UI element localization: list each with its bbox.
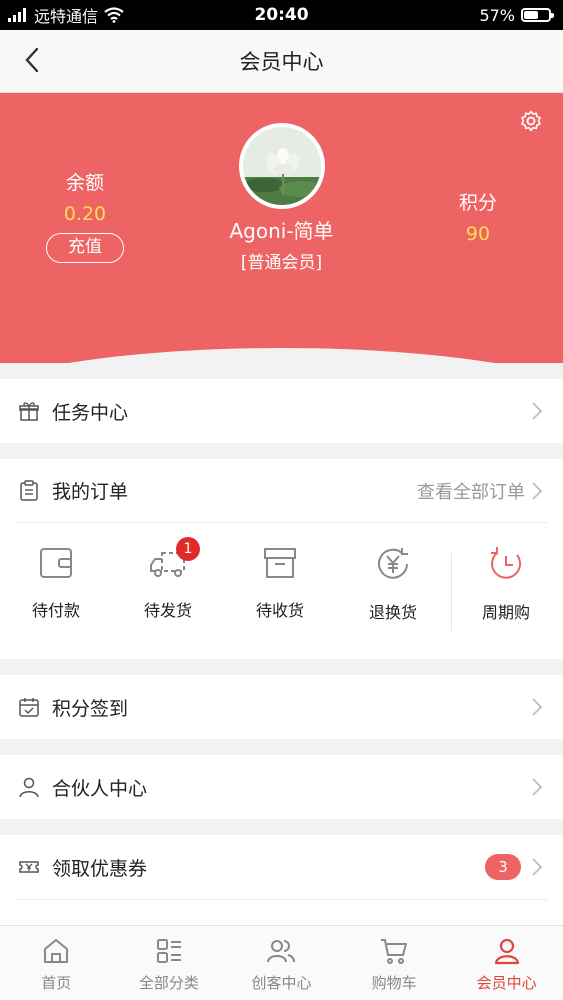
tab-label: 全部分类 [138, 974, 199, 992]
points-block[interactable]: 积分 90 [438, 188, 518, 245]
wallet-icon [40, 548, 72, 578]
task-center-label: 任务中心 [52, 401, 129, 424]
order-returns[interactable]: 退换货 [343, 545, 443, 623]
chevron-right-icon [532, 481, 543, 500]
order-pending-payment[interactable]: 待付款 [6, 545, 106, 621]
settings-gear-icon[interactable] [519, 109, 543, 133]
gift-icon [19, 402, 39, 421]
coupons-count-badge: 3 [485, 854, 521, 880]
category-icon [156, 939, 181, 963]
my-orders-row[interactable]: 我的订单 查看全部订单 [0, 459, 563, 522]
order-label: 待发货 [143, 601, 192, 620]
cart-icon [381, 939, 408, 964]
checkin-row[interactable]: 积分签到 [0, 675, 563, 739]
users-icon [267, 940, 296, 963]
tab-label: 首页 [41, 974, 72, 992]
points-value: 90 [465, 223, 491, 245]
profile-header: 余额 0.20 充值 Agoni-简单 [普通会员] 积分 90 [0, 93, 563, 363]
status-right: 57% [479, 5, 554, 25]
order-label: 待付款 [31, 601, 80, 620]
order-label: 周期购 [481, 603, 530, 622]
nav-bar: 会员中心 [0, 30, 563, 93]
order-label: 退换货 [368, 603, 417, 622]
status-bar: 远特通信 20:40 57% [0, 0, 563, 30]
tab-member-center[interactable]: 会员中心 [450, 926, 563, 1000]
chevron-right-icon [532, 402, 543, 420]
chevron-left-icon [25, 47, 39, 73]
battery-percent: 57% [479, 5, 515, 25]
tab-categories[interactable]: 全部分类 [113, 926, 226, 1000]
points-label: 积分 [458, 192, 497, 214]
task-center-row[interactable]: 任务中心 [0, 379, 563, 443]
coupons-row[interactable]: 领取优惠券 3 [0, 835, 563, 899]
coupons-label: 领取优惠券 [52, 857, 148, 880]
box-icon [264, 548, 296, 578]
orders-card: 我的订单 查看全部订单 待付款 1 待发货 待收货 退换货 周期购 [0, 459, 563, 659]
order-label: 待收货 [255, 601, 304, 620]
row-divider [16, 899, 547, 900]
header-curve [0, 348, 563, 363]
member-level: [普通会员] [240, 253, 323, 273]
page-title: 会员中心 [239, 50, 324, 74]
tab-cart[interactable]: 购物车 [338, 926, 451, 1000]
battery-fill [524, 11, 538, 19]
checkin-label: 积分签到 [52, 697, 129, 720]
tab-maker-center[interactable]: 创客中心 [225, 926, 338, 1000]
view-all-orders-link[interactable]: 查看全部订单 [417, 478, 525, 504]
tab-label: 创客中心 [251, 974, 312, 992]
orders-divider [16, 522, 547, 523]
balance-label: 余额 [65, 172, 104, 194]
orders-vertical-separator [451, 553, 452, 631]
bottom-tab-bar: 首页 全部分类 创客中心 购物车 会员中心 [0, 925, 563, 1000]
my-orders-label: 我的订单 [52, 481, 129, 503]
partner-center-row[interactable]: 合伙人中心 [0, 755, 563, 819]
order-badge: 1 [176, 537, 200, 561]
back-button[interactable] [12, 40, 52, 80]
tab-label: 会员中心 [476, 974, 537, 992]
chevron-right-icon [532, 778, 543, 796]
chevron-right-icon [532, 698, 543, 716]
tab-home[interactable]: 首页 [0, 926, 113, 1000]
home-icon [44, 939, 69, 963]
order-pending-shipment[interactable]: 1 待发货 [118, 537, 218, 621]
yen-refund-icon [378, 548, 408, 579]
order-pending-receipt[interactable]: 待收货 [230, 545, 330, 621]
avatar[interactable] [239, 123, 325, 209]
clipboard-icon [20, 479, 38, 501]
user-icon [494, 938, 519, 965]
user-outline-icon [19, 777, 39, 798]
chevron-right-icon [532, 858, 543, 876]
partial-row [0, 899, 563, 925]
lotus-avatar-image [243, 127, 321, 205]
partner-center-label: 合伙人中心 [52, 777, 148, 800]
clock-icon [491, 547, 522, 579]
order-subscription[interactable]: 周期购 [456, 545, 556, 623]
coupon-icon [19, 861, 39, 873]
calendar-check-icon [19, 698, 39, 717]
tab-label: 购物车 [371, 974, 417, 992]
battery-icon [521, 8, 554, 22]
